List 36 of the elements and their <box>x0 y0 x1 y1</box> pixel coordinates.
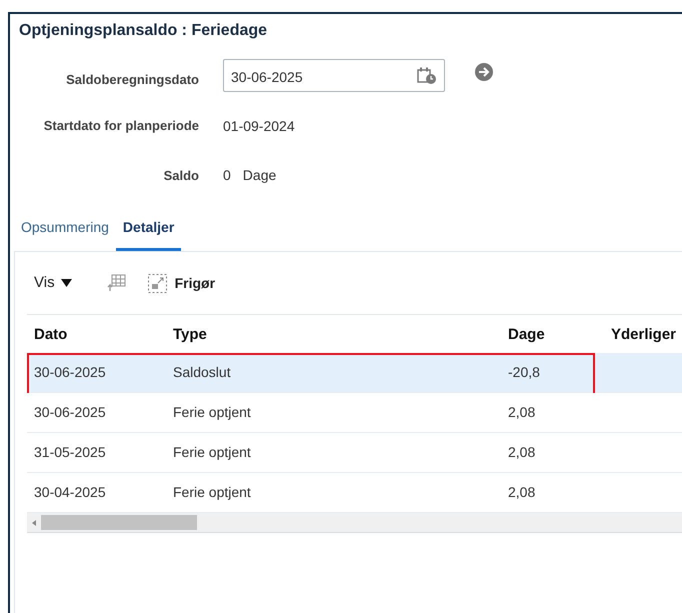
table-cell-text: 30-04-2025 <box>33 483 107 502</box>
tab[interactable]: Opsummering <box>14 215 116 251</box>
scrollbar-thumb[interactable] <box>41 515 197 530</box>
table-cell-text: Ferie optjent <box>172 443 252 462</box>
table-cell-text: 31-05-2025 <box>33 443 107 462</box>
dropdown-arrow-icon <box>60 279 72 287</box>
detach-button[interactable]: Frigør <box>148 272 216 294</box>
table-cell-text: Saldoslut <box>172 363 232 382</box>
calendar-icon[interactable] <box>417 66 437 84</box>
table-cell-text: Ferie optjent <box>172 403 252 422</box>
table-cell-text: Ferie optjent <box>172 483 252 502</box>
field-label: Saldoberegningsdato <box>65 71 199 89</box>
table-icon[interactable] <box>106 274 126 292</box>
view-menu-button[interactable]: Vis <box>34 272 72 294</box>
table-cell-text: 2,08 <box>507 483 536 502</box>
table-row[interactable]: 30-06-2025 Ferie optjent 2,08 <box>27 393 682 433</box>
balance-value: 0 <box>223 166 231 185</box>
field-label: Saldo <box>162 167 199 185</box>
column-header: Yderliger <box>610 324 678 345</box>
table-cell-text: 30-06-2025 <box>33 403 107 422</box>
table-cell-text: -20,8 <box>507 363 541 382</box>
column-header: Dato <box>33 324 68 345</box>
tab[interactable]: Detaljer <box>116 215 182 251</box>
panel-title: Optjeningsplansaldo : Feriedage <box>19 21 268 41</box>
field-label: Startdato for planperiode <box>42 117 199 135</box>
horizontal-scrollbar[interactable] <box>27 513 682 533</box>
table-cell-text: 2,08 <box>507 443 536 462</box>
table-cell-text: 2,08 <box>507 403 536 422</box>
detach-icon <box>148 274 167 292</box>
column-header: Type <box>172 324 208 345</box>
table-cell-text: 30-06-2025 <box>33 363 107 382</box>
date-field[interactable]: 30-06-2025 <box>223 59 445 92</box>
balance-unit: Dage <box>242 166 276 185</box>
column-header: Dage <box>507 324 546 345</box>
start-date-value: 01-09-2024 <box>223 118 295 134</box>
table-row[interactable]: 30-06-2025 Saldoslut -20,8 <box>27 353 682 393</box>
